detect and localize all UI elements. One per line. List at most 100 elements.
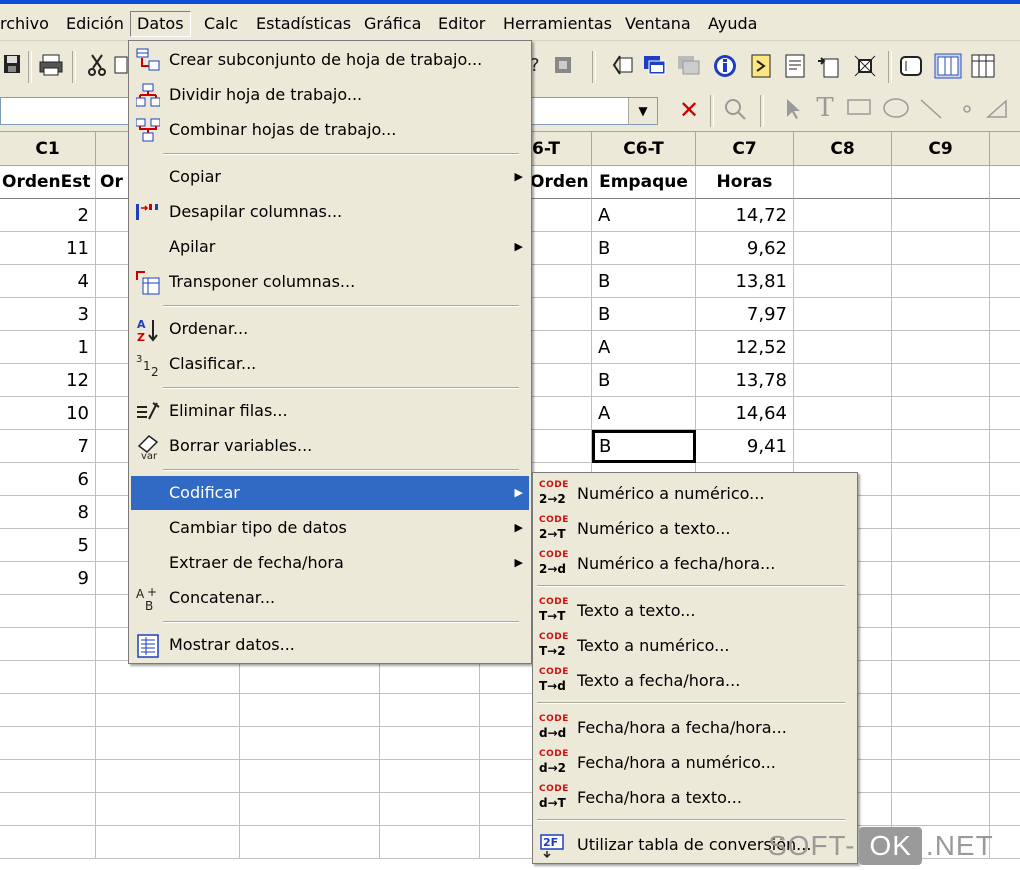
table-cell[interactable] [892, 463, 990, 496]
menu-datos[interactable]: Datos [130, 11, 191, 37]
submenu-item[interactable]: CODE d→d Fecha/hora a fecha/hora... [535, 711, 855, 745]
table-cell[interactable] [794, 331, 892, 364]
table-cell[interactable]: B [592, 232, 696, 265]
table-cell[interactable]: 1 [0, 331, 96, 364]
menu-calc[interactable]: Calc [204, 12, 238, 36]
menu-grafica[interactable]: Gráfica [364, 12, 421, 36]
table-cell[interactable]: 10 [0, 397, 96, 430]
worksheet-icon[interactable] [676, 53, 702, 79]
menu-item-cambiar-tipo[interactable]: Cambiar tipo de datos ▶ [131, 511, 529, 545]
submenu-item[interactable]: CODE 2→2 Numérico a numérico... [535, 477, 855, 511]
table-cell[interactable] [794, 430, 892, 463]
column-name[interactable] [990, 166, 1020, 199]
table-cell[interactable] [990, 364, 1020, 397]
table-cell[interactable]: 13,81 [696, 265, 794, 298]
table-cell[interactable] [794, 397, 892, 430]
menu-item-clasificar[interactable]: 312 Clasificar... [131, 347, 529, 381]
menu-item-eliminar-filas[interactable]: Eliminar filas... [131, 394, 529, 428]
table-cell[interactable] [0, 793, 96, 826]
zoom-icon[interactable] [722, 97, 748, 123]
column-name-c6[interactable]: Empaque [592, 166, 696, 199]
table-cell[interactable] [0, 661, 96, 694]
menu-estadisticas[interactable]: Estadísticas [256, 12, 351, 36]
column-header-c1[interactable]: C1 [0, 132, 96, 166]
menu-item-copiar[interactable]: Copiar ▶ [131, 160, 529, 194]
table-cell[interactable] [96, 727, 240, 760]
table-cell[interactable] [380, 793, 480, 826]
brush-icon[interactable] [898, 53, 924, 79]
table-cell[interactable] [96, 694, 240, 727]
table-cell[interactable]: B [592, 364, 696, 397]
table-cell[interactable] [794, 265, 892, 298]
pointer-icon[interactable] [780, 97, 806, 123]
menu-item-transponer[interactable]: Transponer columnas... [131, 265, 529, 299]
report-pad-icon[interactable] [782, 53, 808, 79]
table-cell[interactable] [892, 529, 990, 562]
table-cell[interactable] [990, 727, 1020, 760]
polygon-tool-icon[interactable] [984, 97, 1010, 123]
menu-herramientas[interactable]: Herramientas [503, 12, 612, 36]
table-cell[interactable]: B [592, 265, 696, 298]
table-cell[interactable] [794, 364, 892, 397]
table-cell[interactable] [96, 793, 240, 826]
column-name-c7[interactable]: Horas [696, 166, 794, 199]
table-cell[interactable]: 6 [0, 463, 96, 496]
menu-item-dividir[interactable]: Dividir hoja de trabajo... [131, 78, 529, 112]
table-cell[interactable] [990, 265, 1020, 298]
column-header-c9[interactable]: C9 [892, 132, 990, 166]
table-cell[interactable] [990, 562, 1020, 595]
table-cell[interactable] [990, 232, 1020, 265]
table-cell[interactable] [892, 397, 990, 430]
menu-ventana[interactable]: Ventana [625, 12, 691, 36]
table-cell[interactable]: 4 [0, 265, 96, 298]
table-cell[interactable] [240, 826, 380, 859]
table-cell[interactable]: 13,78 [696, 364, 794, 397]
table-cell[interactable] [380, 760, 480, 793]
grid-view-icon[interactable] [970, 53, 996, 79]
table-cell[interactable] [0, 628, 96, 661]
submenu-item[interactable]: CODE d→2 Fecha/hora a numérico... [535, 746, 855, 780]
table-cell[interactable]: B [592, 298, 696, 331]
table-cell[interactable] [892, 265, 990, 298]
menu-ayuda[interactable]: Ayuda [708, 12, 757, 36]
history-icon[interactable] [748, 53, 774, 79]
save-icon[interactable] [0, 53, 26, 79]
table-cell[interactable] [990, 793, 1020, 826]
table-cell[interactable]: 2 [0, 199, 96, 232]
table-cell[interactable] [990, 628, 1020, 661]
table-cell[interactable]: 8 [0, 496, 96, 529]
column-name-c1[interactable]: OrdenEst [0, 166, 96, 199]
menu-item-mostrar-datos[interactable]: Mostrar datos... [131, 628, 529, 662]
table-cell[interactable] [892, 694, 990, 727]
menu-item-combinar[interactable]: Combinar hojas de trabajo... [131, 113, 529, 147]
table-cell[interactable]: B [592, 430, 696, 463]
table-cell[interactable] [990, 694, 1020, 727]
submenu-item[interactable]: CODE T→T Texto a texto... [535, 594, 855, 628]
table-cell[interactable]: 9,41 [696, 430, 794, 463]
submenu-item[interactable]: CODE T→2 Texto a numérico... [535, 629, 855, 663]
table-cell[interactable] [892, 331, 990, 364]
table-cell[interactable]: 9,62 [696, 232, 794, 265]
session-window-icon[interactable] [642, 53, 668, 79]
info-icon[interactable] [712, 53, 738, 79]
column-header[interactable] [990, 132, 1020, 166]
related-documents-icon[interactable] [852, 53, 878, 79]
table-cell[interactable] [96, 760, 240, 793]
table-cell[interactable] [892, 760, 990, 793]
table-cell[interactable] [892, 364, 990, 397]
text-tool-icon[interactable]: T [812, 95, 838, 121]
table-cell[interactable] [240, 661, 380, 694]
column-header-c6-t[interactable]: C6-T [592, 132, 696, 166]
table-cell[interactable] [892, 430, 990, 463]
table-cell[interactable] [380, 694, 480, 727]
table-cell[interactable] [892, 232, 990, 265]
menu-item-ordenar[interactable]: AZ Ordenar... [131, 312, 529, 346]
column-name[interactable] [892, 166, 990, 199]
submenu-item[interactable]: CODE 2→d Numérico a fecha/hora... [535, 547, 855, 581]
table-cell[interactable] [794, 232, 892, 265]
table-cell[interactable] [892, 793, 990, 826]
table-cell[interactable] [0, 826, 96, 859]
table-cell[interactable]: A [592, 331, 696, 364]
ellipse-tool-icon[interactable] [882, 97, 909, 123]
table-cell[interactable] [990, 595, 1020, 628]
